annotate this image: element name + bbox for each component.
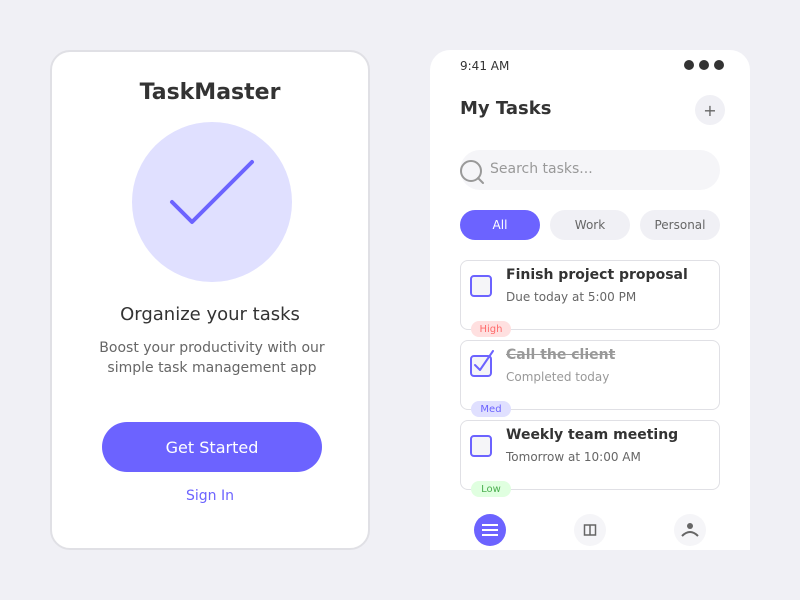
onboarding-card: TaskMaster Organize your tasks Boost you… xyxy=(50,50,370,550)
filter-chip-all[interactable]: All xyxy=(460,210,540,240)
bottom-nav xyxy=(430,510,750,550)
hero-illustration xyxy=(132,122,292,282)
task-due: Tomorrow at 10:00 AM xyxy=(506,450,641,464)
profile-icon xyxy=(681,523,699,537)
search-input[interactable]: Search tasks... xyxy=(460,150,720,190)
task-title: Finish project proposal xyxy=(506,267,688,283)
task-card[interactable]: Call the client Completed today Med xyxy=(460,340,720,417)
task-checkbox[interactable] xyxy=(470,275,492,297)
get-started-button[interactable]: Get Started xyxy=(102,422,322,472)
task-title: Weekly team meeting xyxy=(506,427,679,443)
onboarding-title: Organize your tasks xyxy=(120,304,300,325)
priority-badge: Low xyxy=(471,481,511,497)
task-card[interactable]: Finish project proposal Due today at 5:0… xyxy=(460,260,720,337)
priority-badge: High xyxy=(471,321,511,337)
task-due: Completed today xyxy=(506,370,610,384)
search-placeholder: Search tasks... xyxy=(490,161,593,177)
checkmark-icon xyxy=(170,160,254,224)
nav-calendar-button[interactable] xyxy=(574,514,606,546)
task-card[interactable]: Weekly team meeting Tomorrow at 10:00 AM… xyxy=(460,420,720,497)
plus-icon: + xyxy=(703,100,717,120)
status-dot xyxy=(684,60,694,70)
task-checkbox-checked[interactable] xyxy=(470,350,494,377)
sign-in-link[interactable]: Sign In xyxy=(52,488,368,504)
nav-profile-button[interactable] xyxy=(674,514,706,546)
app-name: TaskMaster xyxy=(139,80,281,105)
calendar-icon xyxy=(583,524,597,536)
phone-screen: 9:41 AM My Tasks + Search tasks... All W… xyxy=(430,50,750,550)
status-time: 9:41 AM xyxy=(460,59,510,73)
task-due: Due today at 5:00 PM xyxy=(506,290,637,304)
page-title: My Tasks xyxy=(460,98,552,119)
filter-chip-personal[interactable]: Personal xyxy=(640,210,720,240)
priority-badge: Med xyxy=(471,401,511,417)
list-icon xyxy=(482,524,498,536)
status-dot xyxy=(714,60,724,70)
task-title: Call the client xyxy=(506,347,616,363)
nav-tasks-button[interactable] xyxy=(474,514,506,546)
check-icon xyxy=(474,350,494,371)
add-task-button[interactable]: + xyxy=(695,95,725,125)
task-checkbox[interactable] xyxy=(470,435,492,457)
onboarding-description: Boost your productivity with our simple … xyxy=(99,340,325,376)
status-dot xyxy=(699,60,709,70)
filter-chip-work[interactable]: Work xyxy=(550,210,630,240)
status-indicators xyxy=(684,60,724,70)
search-icon xyxy=(460,160,484,184)
